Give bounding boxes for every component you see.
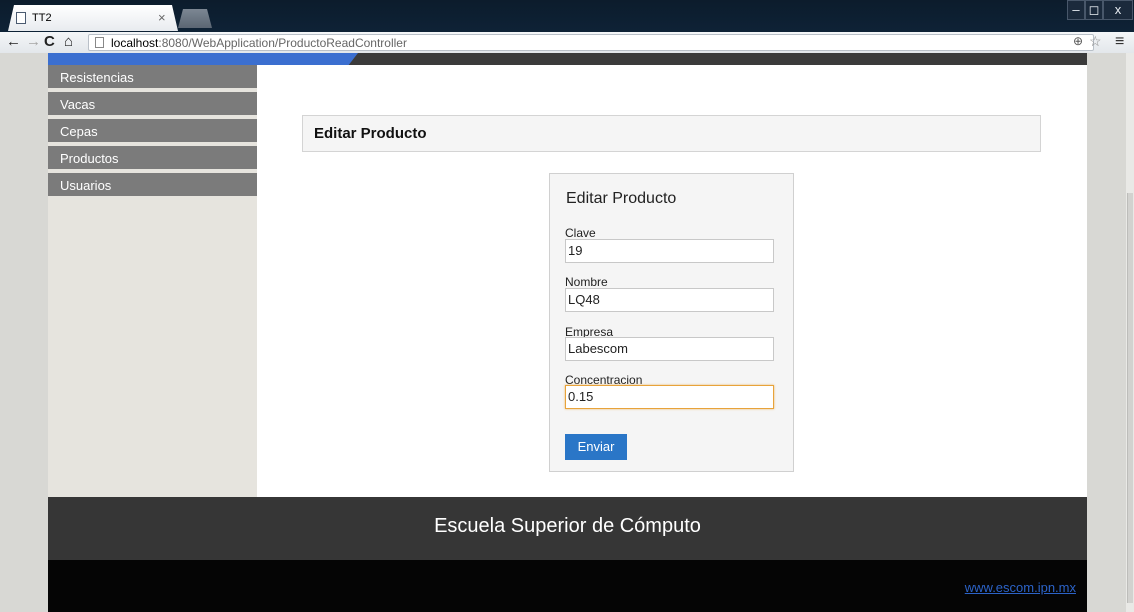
sidebar-item-resistencias[interactable]: Resistencias (48, 65, 257, 90)
reload-icon[interactable]: C (44, 33, 55, 50)
scrollbar-thumb[interactable] (1127, 193, 1133, 603)
sidebar-item-usuarios[interactable]: Usuarios (48, 173, 257, 198)
tab-title: TT2 (32, 12, 52, 24)
header-accent (48, 53, 358, 65)
home-icon[interactable]: ⌂ (64, 33, 73, 50)
page-viewport: Resistencias Vacas Cepas Productos Usuar… (0, 53, 1134, 612)
nombre-field[interactable]: LQ48 (565, 288, 774, 312)
maximize-button[interactable]: ◻ (1085, 0, 1103, 20)
scrollbar[interactable] (1126, 53, 1134, 612)
footer-title-bar: Escuela Superior de Cómputo (48, 497, 1087, 560)
forward-icon[interactable]: → (26, 33, 41, 50)
browser-tab[interactable]: TT2 × (8, 5, 178, 31)
footer-title: Escuela Superior de Cómputo (434, 515, 701, 537)
document-icon (16, 12, 26, 24)
footer-bottom-bar: www.escom.ipn.mx (48, 560, 1087, 612)
sidebar-item-productos[interactable]: Productos (48, 146, 257, 171)
url-host: localhost (111, 36, 159, 50)
page-title: Editar Producto (302, 115, 1041, 152)
footer-link[interactable]: www.escom.ipn.mx (965, 580, 1076, 595)
empresa-field[interactable]: Labescom (565, 337, 774, 361)
address-bar[interactable]: localhost:8080/WebApplication/ProductoRe… (88, 34, 1094, 51)
submit-button[interactable]: Enviar (565, 434, 627, 460)
zoom-icon[interactable]: ⊕ (1073, 34, 1083, 48)
menu-icon[interactable]: ≡ (1115, 33, 1124, 51)
back-icon[interactable]: ← (6, 33, 21, 50)
page-icon (95, 37, 104, 48)
clave-field[interactable]: 19 (565, 239, 774, 263)
sidebar-item-cepas[interactable]: Cepas (48, 119, 257, 144)
star-icon[interactable]: ☆ (1089, 33, 1102, 50)
clave-label: Clave (565, 226, 596, 240)
form-title: Editar Producto (566, 190, 677, 207)
sidebar: Resistencias Vacas Cepas Productos Usuar… (48, 65, 257, 497)
browser-titlebar: TT2 × – ◻ x (0, 0, 1134, 32)
url-text[interactable]: localhost:8080/WebApplication/ProductoRe… (111, 36, 407, 50)
minimize-button[interactable]: – (1067, 0, 1085, 20)
browser-toolbar: ← → C ⌂ localhost:8080/WebApplication/Pr… (0, 32, 1134, 53)
new-tab-button[interactable] (178, 9, 212, 28)
url-path: :8080/WebApplication/ProductoReadControl… (158, 36, 407, 50)
close-window-button[interactable]: x (1103, 0, 1133, 20)
concentracion-field[interactable]: 0.15 (565, 385, 774, 409)
sidebar-item-vacas[interactable]: Vacas (48, 92, 257, 117)
main-content: Editar Producto Editar Producto Clave 19… (257, 65, 1087, 497)
edit-form: Editar Producto Clave 19 Nombre LQ48 Emp… (549, 173, 794, 472)
nombre-label: Nombre (565, 275, 608, 289)
tab-close-icon[interactable]: × (158, 10, 166, 25)
